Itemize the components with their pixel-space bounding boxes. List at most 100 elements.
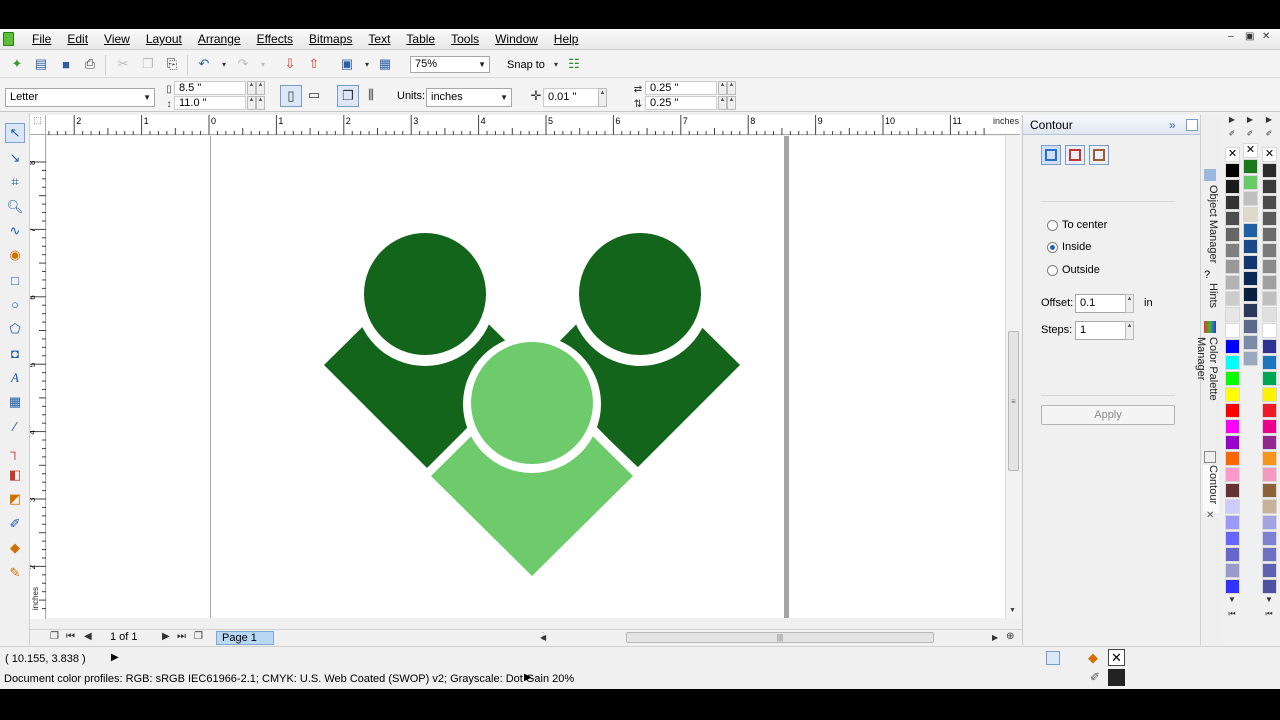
expand-icon[interactable]: » — [1169, 115, 1176, 135]
no-fill-swatch[interactable]: ✕ — [1243, 143, 1258, 158]
color-swatch[interactable] — [1243, 335, 1258, 350]
scroll-down-icon[interactable]: ▼ — [1224, 595, 1240, 609]
steps-field[interactable]: 1 — [1075, 321, 1127, 340]
export-icon[interactable]: ⇧ — [306, 56, 322, 72]
all-pages-icon[interactable]: ❐ — [337, 85, 359, 107]
redo-icon[interactable]: ↷ — [235, 56, 251, 72]
previous-page-icon[interactable]: ◀ — [84, 631, 92, 642]
pick-tool-icon[interactable]: ↖ — [5, 123, 25, 143]
cut-icon[interactable]: ✂ — [115, 56, 131, 72]
dup-x-spinner[interactable]: ▲ — [727, 81, 736, 95]
color-swatch[interactable] — [1225, 163, 1240, 178]
landscape-icon[interactable]: ▭ — [306, 87, 322, 103]
application-launcher-icon[interactable]: ▣ — [339, 56, 355, 72]
color-swatch[interactable] — [1243, 239, 1258, 254]
scroll-right-icon[interactable]: ▶ — [992, 633, 998, 642]
portrait-icon[interactable]: ▯ — [280, 85, 302, 107]
menu-text[interactable]: Text — [360, 29, 398, 50]
color-swatch[interactable] — [1243, 271, 1258, 286]
color-swatch[interactable] — [1225, 547, 1240, 562]
drawing-canvas[interactable] — [47, 136, 1005, 618]
color-swatch[interactable] — [1262, 291, 1277, 306]
color-swatch[interactable] — [1262, 243, 1277, 258]
last-page-icon[interactable]: ⏭︎ — [177, 631, 186, 642]
color-swatch[interactable] — [1243, 175, 1258, 190]
copy-icon[interactable]: ❐ — [140, 56, 156, 72]
color-swatch[interactable] — [1225, 579, 1240, 594]
outline-color-swatch[interactable] — [1108, 669, 1125, 686]
offset-spinner[interactable]: ▲ — [1125, 294, 1134, 313]
undo-dropdown-icon[interactable]: ▾ — [216, 56, 232, 72]
undo-icon[interactable]: ↶ — [196, 56, 212, 72]
menu-tools[interactable]: Tools — [443, 29, 487, 50]
color-swatch[interactable] — [1262, 259, 1277, 274]
palette-end-icon[interactable]: ⏮︎ — [1261, 609, 1277, 623]
color-swatch[interactable] — [1262, 195, 1277, 210]
left-person-head[interactable] — [364, 233, 486, 355]
menu-window[interactable]: Window — [487, 29, 546, 50]
menu-bitmaps[interactable]: Bitmaps — [301, 29, 360, 50]
freehand-tool-icon[interactable]: ∿ — [5, 221, 25, 241]
contour-inside-mode[interactable] — [1065, 145, 1085, 165]
color-swatch[interactable] — [1225, 275, 1240, 290]
color-swatch[interactable] — [1243, 159, 1258, 174]
eyedropper-tool-icon[interactable]: ✐ — [5, 514, 25, 534]
text-tool-icon[interactable]: A — [5, 368, 25, 388]
polygon-tool-icon[interactable]: ⬠ — [5, 319, 25, 339]
color-swatch[interactable] — [1262, 563, 1277, 578]
nudge-distance-field[interactable]: 0.01 " — [543, 88, 601, 107]
color-swatch[interactable] — [1262, 531, 1277, 546]
docker-minimize-icon[interactable] — [1186, 119, 1198, 131]
color-swatch[interactable] — [1243, 351, 1258, 366]
color-swatch[interactable] — [1262, 387, 1277, 402]
next-page-icon[interactable]: ▶ — [162, 631, 170, 642]
radio-to-center[interactable] — [1047, 220, 1058, 231]
fill-none-swatch[interactable]: ✕ — [1108, 649, 1125, 666]
color-swatch[interactable] — [1262, 483, 1277, 498]
dup-y-spinner[interactable]: ▲ — [727, 96, 736, 110]
duplicate-x-field[interactable]: 0.25 " — [645, 81, 717, 95]
color-swatch[interactable] — [1243, 255, 1258, 270]
close-icon[interactable]: ✕ — [1262, 31, 1270, 42]
nudge-spinner[interactable]: ▲ — [598, 88, 607, 107]
palette-menu-icon[interactable]: ▶ — [1261, 115, 1277, 129]
menu-arrange[interactable]: Arrange — [190, 29, 249, 50]
color-swatch[interactable] — [1225, 227, 1240, 242]
tab-object-manager[interactable]: Object Manager — [1203, 185, 1219, 269]
eyedropper-icon[interactable]: ✐ — [1224, 129, 1240, 143]
horizontal-ruler[interactable]: 2 1 0 1 2 3 4 5 6 7 8 9 10 11 inches — [46, 115, 1020, 135]
right-person-head[interactable] — [579, 233, 701, 355]
eyedropper-icon[interactable]: ✐ — [1242, 129, 1258, 143]
add-page-before-icon[interactable]: ❐ — [50, 631, 59, 642]
color-swatch[interactable] — [1262, 307, 1277, 322]
color-swatch[interactable] — [1225, 307, 1240, 322]
menu-effects[interactable]: Effects — [249, 29, 301, 50]
color-swatch[interactable] — [1225, 323, 1240, 338]
zoom-tool-icon[interactable]: 🔍︎ — [5, 197, 25, 217]
color-swatch[interactable] — [1262, 227, 1277, 242]
interactive-fill-icon[interactable]: ◩ — [5, 489, 25, 509]
paper-type-select[interactable]: Letter ▼ — [5, 88, 155, 107]
height-spinner[interactable]: ▲ — [256, 96, 265, 110]
duplicate-y-field[interactable]: 0.25 " — [645, 96, 717, 110]
horizontal-scroll-thumb[interactable]: ||| — [626, 632, 934, 643]
tab-contour[interactable]: Contour — [1203, 465, 1219, 513]
contour-to-center-mode[interactable] — [1041, 145, 1061, 165]
open-icon[interactable]: ▤ — [33, 56, 49, 72]
no-fill-swatch[interactable]: ✕ — [1262, 147, 1277, 162]
units-select[interactable]: inches ▼ — [426, 88, 512, 107]
zoom-navigator-icon[interactable]: ⊕ — [1006, 631, 1014, 642]
color-swatch[interactable] — [1225, 531, 1240, 546]
blend-tool-icon[interactable]: ◧ — [5, 465, 25, 485]
page-tab[interactable]: Page 1 — [216, 631, 274, 645]
color-swatch[interactable] — [1243, 303, 1258, 318]
steps-spinner[interactable]: ▲ — [1125, 321, 1134, 340]
color-swatch[interactable] — [1225, 403, 1240, 418]
color-swatch[interactable] — [1243, 207, 1258, 222]
color-swatch[interactable] — [1262, 275, 1277, 290]
radio-inside[interactable] — [1047, 242, 1058, 253]
color-swatch[interactable] — [1225, 451, 1240, 466]
new-document-icon[interactable]: ✦ — [9, 56, 25, 72]
color-swatch[interactable] — [1262, 467, 1277, 482]
color-swatch[interactable] — [1225, 179, 1240, 194]
